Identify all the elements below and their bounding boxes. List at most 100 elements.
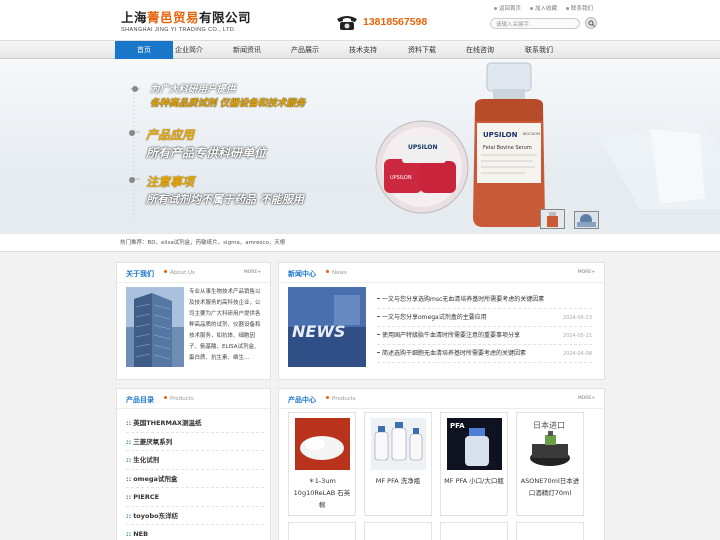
category-item[interactable]: :: omega试剂盒 (126, 470, 264, 488)
quartz-wool-image (295, 418, 350, 470)
bullet-icon (164, 396, 167, 399)
home-link-label: 返回首页 (499, 6, 522, 12)
about-text: 专业从事生物技术产品销售以及技术服务的高科技企业，公司主要为广大科研用户提供各种… (189, 289, 261, 361)
main-nav: 首页 企业简介 新闻资讯 产品展示 技术支持 资料下载 在线咨询 联系我们 (0, 40, 720, 59)
bullet-icon (326, 396, 329, 399)
news-item[interactable]: 简述选购干细胞无血清培养基时所需要考虑的关键因素 2024-04-08 (377, 345, 592, 363)
bottle-maker-text: BIOCDOM (523, 132, 540, 136)
alcohol-lamp-image: 日本进口 (523, 418, 578, 470)
product-name: MF PFA 小口/大口瓶 (444, 477, 504, 485)
banner-heading-notice: 注意事项 (146, 175, 195, 189)
product-card[interactable]: 日本进口 ASONE70ml日本进口酒精灯70ml (516, 412, 584, 516)
building-image (126, 287, 184, 367)
category-item[interactable]: :: PIERCE (126, 488, 264, 507)
header: 上海菁邑贸易有限公司 SHANGHAI JING YI TRADING CO.,… (0, 0, 720, 40)
category-list: :: 英国THERMAX测温纸 :: 三菱厌氧系列 :: 生化试剂 :: omega试剂… (126, 414, 264, 540)
phone-block: 13818567598 (334, 13, 427, 31)
news-more-link[interactable]: MORE+ (578, 270, 595, 275)
nav-contact[interactable]: 联系我们 (510, 41, 568, 59)
banner-heading-apply: 产品应用 (146, 128, 195, 142)
bullet-icon: :: (126, 530, 132, 538)
news-image-text: NEWS (292, 322, 346, 341)
bullet-icon (132, 86, 138, 92)
news-item[interactable]: 使用国产特级胎牛血清时所需要注意的重要事项分享 2024-05-11 (377, 327, 592, 345)
news-item-date: 2024-06-13 (562, 315, 592, 321)
products-panel: 产品中心 Products MORE+ ＊1-3um 10g10ReLAB 石英… (278, 388, 605, 540)
products-more-link[interactable]: MORE+ (578, 396, 595, 401)
bullet-icon: :: (126, 474, 132, 483)
category-label: 英国THERMAX测温纸 (133, 419, 202, 427)
search-input[interactable]: 请输入关键字 (490, 18, 580, 29)
nav-consult[interactable]: 在线咨询 (451, 41, 509, 59)
dish-brand-text: UPSILON (390, 175, 412, 181)
bullet-icon (326, 270, 329, 273)
banner-decoration (0, 85, 720, 234)
about-subtitle: About Us (160, 270, 195, 276)
news-subtitle: News (322, 270, 347, 276)
news-panel: 新闻中心 News MORE+ NEWS 一文与您分享选购msc无血清培养基时所… (278, 262, 605, 380)
company-name-part: 上海 (121, 10, 148, 25)
category-panel: 产品目录 Products :: 英国THERMAX测温纸 :: 三菱厌氧系列 ::… (116, 388, 271, 540)
products-subtitle: Products (322, 396, 356, 402)
category-item[interactable]: :: toyobo东洋纺 (126, 507, 264, 525)
news-item-date: 2024-05-11 (562, 333, 592, 339)
page: 上海菁邑贸易有限公司 SHANGHAI JING YI TRADING CO.,… (0, 0, 720, 540)
product-card-partial[interactable] (364, 522, 432, 540)
bullet-icon (129, 177, 135, 183)
dish-brand-text: UPSILON (408, 144, 438, 151)
product-name: MF PFA 洗净瓶 (375, 477, 421, 485)
product-card[interactable]: MF PFA 洗净瓶 (364, 412, 432, 516)
category-item[interactable]: :: NEB (126, 525, 264, 540)
news-list: 一文与您分享选购msc无血清培养基时所需要考虑的关键因素 一文与您分享omega… (377, 291, 592, 363)
product-card[interactable]: PFA MF PFA 小口/大口瓶 (440, 412, 508, 516)
about-more-link[interactable]: MORE+ (244, 270, 261, 275)
products-panel-header: 产品中心 Products MORE+ (279, 389, 604, 409)
about-title: 关于我们 (126, 270, 154, 278)
top-links: 返回首页 加入收藏 联系我们 (494, 4, 593, 12)
nav-news[interactable]: 新闻资讯 (218, 41, 276, 59)
home-link[interactable]: 返回首页 (494, 4, 521, 12)
nav-products[interactable]: 产品展示 (276, 41, 334, 59)
product-card-partial[interactable] (440, 522, 508, 540)
search-icon (588, 20, 595, 27)
logo[interactable]: 上海菁邑贸易有限公司 SHANGHAI JING YI TRADING CO.,… (121, 7, 251, 33)
bullet-icon (164, 270, 167, 273)
category-label: NEB (133, 530, 149, 538)
product-card-partial[interactable] (516, 522, 584, 540)
dash-icon (377, 316, 380, 317)
bottle-brand-text: UPSILON (483, 131, 518, 139)
category-label: toyobo东洋纺 (133, 511, 179, 520)
dash-icon (377, 298, 380, 299)
nav-support[interactable]: 技术支持 (334, 41, 392, 59)
thumb-lab-icon (577, 214, 596, 227)
phone-number: 13818567598 (363, 16, 428, 28)
news-item[interactable]: 一文与您分享选购msc无血清培养基时所需要考虑的关键因素 (377, 291, 592, 309)
dash-icon (377, 334, 380, 335)
category-item[interactable]: :: 三菱厌氧系列 (126, 433, 264, 451)
category-title: 产品目录 (126, 396, 154, 404)
banner-thumb-2[interactable] (574, 211, 599, 229)
product-card-partial[interactable] (288, 522, 356, 540)
search-button[interactable] (585, 17, 597, 29)
news-title: 新闻中心 (288, 270, 316, 278)
hot-keywords: 热门推荐：BD，elisa试剂盒，药敏纸片，sigma，amresco，天根 (0, 234, 720, 252)
product-card[interactable]: ＊1-3um 10g10ReLAB 石英棉 (288, 412, 356, 516)
bullet-icon (566, 6, 570, 10)
news-subtitle-text: News (332, 270, 347, 276)
product-image-label: PFA (450, 422, 465, 430)
nav-downloads[interactable]: 资料下载 (393, 41, 451, 59)
nav-about[interactable]: 企业简介 (160, 41, 218, 59)
news-item[interactable]: 一文与您分享omega试剂盒的主要应用 2024-06-13 (377, 309, 592, 327)
bullet-icon: :: (126, 437, 132, 446)
category-item[interactable]: :: 生化试剂 (126, 451, 264, 470)
category-label: PIERCE (133, 493, 160, 501)
favorite-link[interactable]: 加入收藏 (530, 4, 557, 12)
category-item[interactable]: :: 英国THERMAX测温纸 (126, 414, 264, 433)
hero-banner: 为广大科研用户提供 各种高品质试剂 仪器设备和技术服务 产品应用 所有产品专供科… (0, 59, 720, 234)
banner-thumb-1[interactable] (540, 209, 565, 229)
news-item-title: 一文与您分享omega试剂盒的主要应用 (382, 314, 487, 321)
contact-link[interactable]: 联系我们 (566, 4, 593, 12)
category-subtitle-text: Products (170, 396, 194, 402)
news-item-date: 2024-04-08 (562, 351, 592, 357)
news-item-title: 简述选购干细胞无血清培养基时所需要考虑的关键因素 (382, 350, 527, 357)
